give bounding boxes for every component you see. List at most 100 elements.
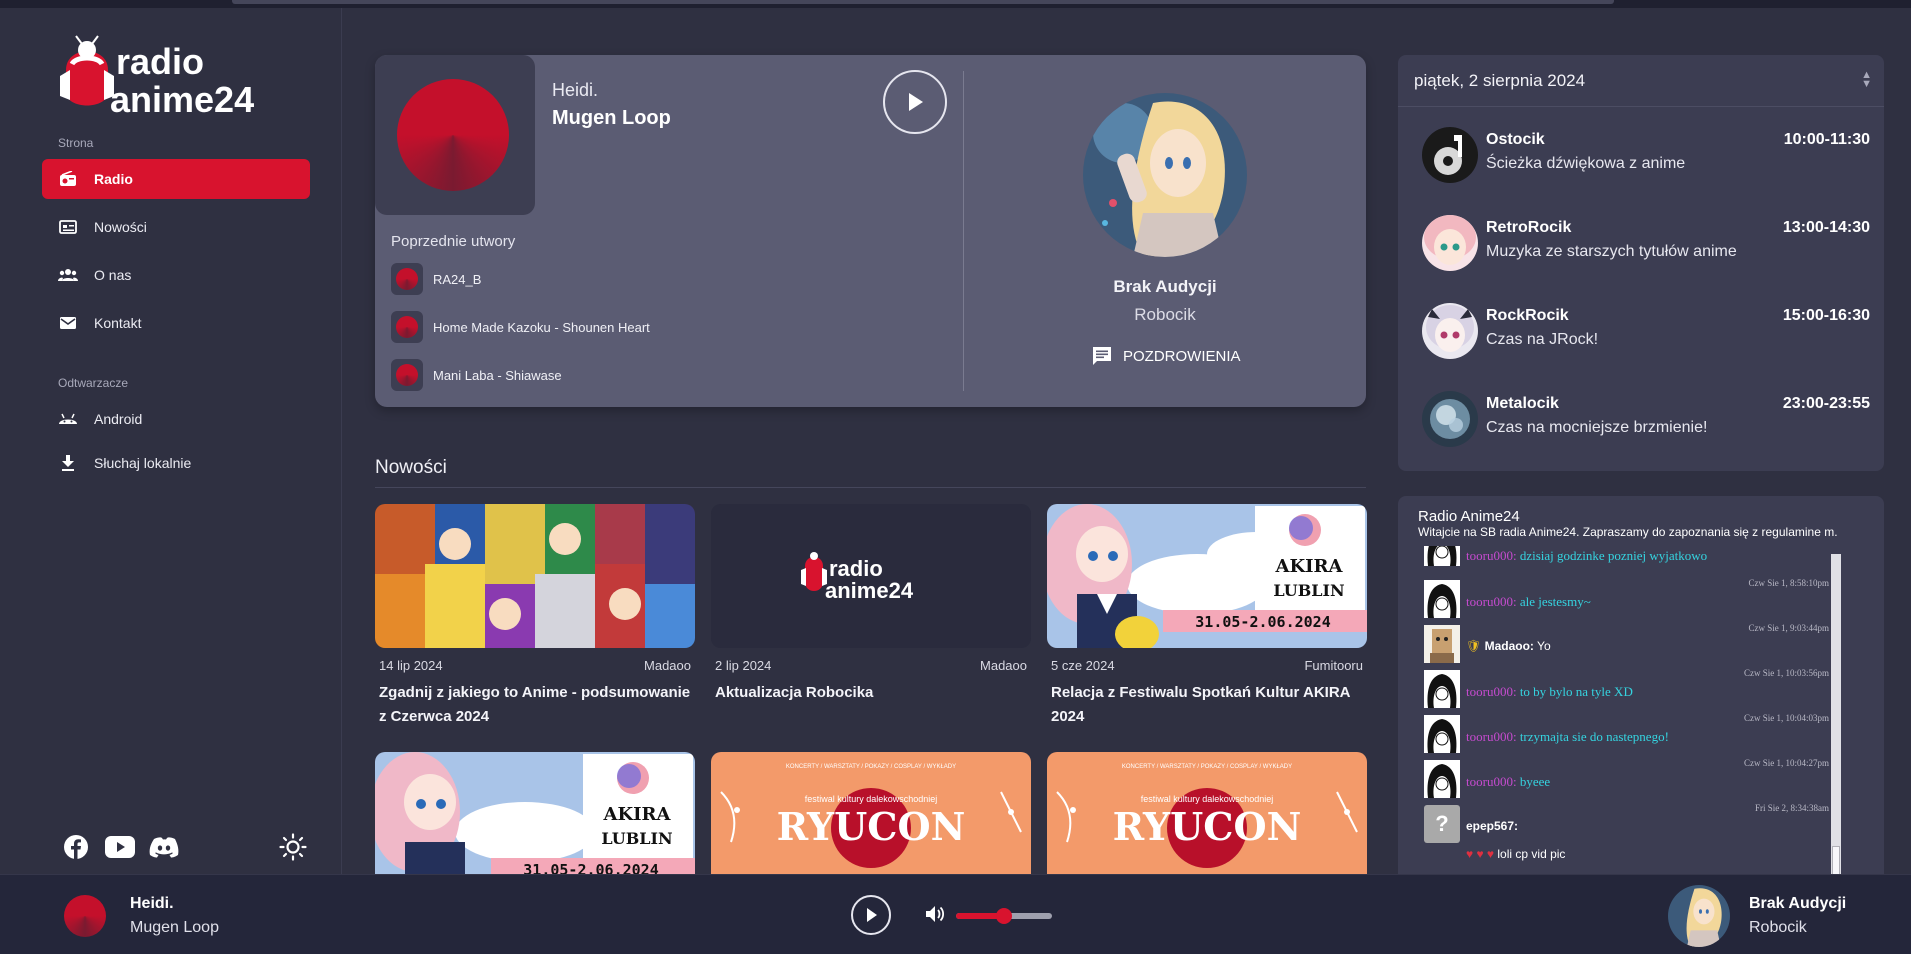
greetings-label: POZDROWIENIA [1123,347,1241,365]
track-thumb-icon [391,359,423,391]
user-avatar[interactable] [1424,760,1460,798]
scrollbar-thumb[interactable] [1832,846,1840,876]
shoutbox-message: Czw Sie 1, 8:58:10pm tooru000: ale jeste… [1424,578,1830,620]
window-top-strip [0,0,1911,8]
play-button[interactable] [883,70,947,134]
message-user[interactable]: tooru000: [1466,594,1517,609]
radio-anime24-logo[interactable]: radio anime24 [56,30,314,120]
shoutbox-title: Radio Anime24 [1418,508,1520,525]
chevron-updown-icon: ▲ ▼ [1861,69,1872,90]
message-user[interactable]: tooru000: [1466,548,1517,563]
now-playing-title: Mugen Loop [552,107,671,129]
news-image[interactable]: radio anime24 [711,504,1031,648]
logo-text-2: anime24 [110,79,254,120]
user-avatar[interactable] [1424,670,1460,708]
android-icon [58,409,78,429]
user-avatar[interactable] [1424,546,1460,566]
sidebar-item-nowosci[interactable]: Nowości [42,207,310,247]
akira-dates: 31.05-2.06.2024 [1195,613,1330,631]
sidebar-item-radio[interactable]: Radio [42,159,310,199]
message-user[interactable]: Madaoo: [1485,639,1534,653]
show-desc: Muzyka ze starszych tytułów anime [1486,243,1737,260]
svg-text:LUBLIN: LUBLIN [601,829,672,848]
message-user[interactable]: tooru000: [1466,729,1517,744]
track-name: Mani Laba - Shiawase [433,367,562,383]
section-label-odtwarzacze: Odtwarzacze [58,376,129,390]
ryucon-subtitle: festiwal kultury dalekowschodniej [805,794,938,804]
sidebar-item-kontakt[interactable]: Kontakt [42,303,310,343]
show-time: 23:00-23:55 [1782,395,1870,412]
news-card[interactable]: AKIRA LUBLIN 31.05-2.06.2024 5 cze 2024 F… [1047,504,1367,729]
news-headline[interactable]: Aktualizacja Robocika [711,681,1031,705]
youtube-icon[interactable] [104,834,136,860]
news-card[interactable]: 14 lip 2024 Madaoo Zgadnij z jakiego to A… [375,504,695,729]
discord-icon[interactable] [148,834,180,860]
facebook-icon[interactable] [62,834,90,860]
host-subtitle: Robocik [1134,305,1196,324]
show-desc: Czas na mocniejsze brzmienie! [1486,419,1708,436]
hearts-icon: ♥ ♥ ♥ [1466,847,1495,861]
schedule-item[interactable]: Ostocik 10:00-11:30 Ścieżka dźwiękowa z … [1422,123,1870,183]
news-image[interactable]: KONCERTY / WARSZTATY / POKAZY / COSPLAY … [1047,752,1367,874]
schedule-item[interactable]: RetroRocik 13:00-14:30 Muzyka ze starszy… [1422,211,1870,271]
svg-text:RYUCON: RYUCON [1113,804,1302,849]
ryucon-topline: KONCERTY / WARSZTATY / POKAZY / COSPLAY … [786,764,956,770]
previous-tracks-label: Poprzednie utwory [391,233,516,250]
shoutbox-message: Czw Sie 1, 10:04:03pm tooru000: trzymajt… [1424,713,1829,755]
show-name: Metalocik [1486,395,1559,412]
card-divider [963,71,964,391]
message-timestamp: Czw Sie 1, 8:58:10pm [1748,578,1830,588]
news-image[interactable] [375,504,695,648]
schedule-item[interactable]: RockRocik 15:00-16:30 Czas na JRock! [1422,299,1870,359]
news-card[interactable]: radio anime24 2 lip 2024 Madaoo Aktualiza… [711,504,1031,705]
play-icon [909,93,923,111]
sidebar-item-label: Android [94,411,143,427]
news-author: Madaoo [980,658,1027,673]
greetings-button[interactable]: POZDROWIENIA [1091,345,1241,367]
download-icon [58,453,78,473]
volume-slider[interactable] [956,908,1052,924]
schedule-date-select[interactable]: piątek, 2 sierpnia 2024 ▲ ▼ [1398,55,1884,107]
user-avatar[interactable] [1424,580,1460,618]
previous-track: RA24_B [391,263,481,295]
bottom-play-button[interactable] [851,895,891,935]
host-avatar [1083,93,1247,257]
volume-knob[interactable] [996,908,1012,924]
show-name: RockRocik [1486,307,1569,324]
user-avatar[interactable] [1424,625,1460,663]
sidebar-item-o-nas[interactable]: O nas [42,255,310,295]
news-card[interactable]: KONCERTY / WARSZTATY / POKAZY / COSPLAY … [1047,752,1367,874]
shoutbox-message: Czw Sie 1, 10:03:56pm tooru000: to by by… [1424,668,1829,710]
message-user[interactable]: epep567: [1466,819,1518,833]
news-card[interactable]: KONCERTY / WARSZTATY / POKAZY / COSPLAY … [711,752,1031,874]
sidebar-item-sluchaj-lokalnie[interactable]: Słuchaj lokalnie [42,443,310,483]
track-name: Home Made Kazoku - Shounen Heart [433,319,650,335]
sidebar-item-label: Kontakt [94,315,142,331]
news-image[interactable]: KONCERTY / WARSZTATY / POKAZY / COSPLAY … [711,752,1031,874]
message-timestamp: Czw Sie 1, 10:04:27pm [1744,758,1829,768]
schedule-item[interactable]: Metalocik 23:00-23:55 Czas na mocniejsze… [1422,387,1870,447]
message-user[interactable]: tooru000: [1466,684,1517,699]
theme-toggle-sun-icon[interactable] [278,833,308,861]
bottom-host-name: Brak Audycji [1749,895,1847,912]
shoutbox-scrollbar[interactable] [1831,554,1841,876]
disc-icon [64,895,106,937]
news-headline[interactable]: Zgadnij z jakiego to Anime - podsumowani… [375,681,695,729]
news-card[interactable]: AKIRA LUBLIN 31.05-2.06.2024 [375,752,695,874]
lublin-text: LUBLIN [1273,581,1344,600]
sidebar-item-android[interactable]: Android [42,399,310,439]
news-image[interactable]: AKIRA LUBLIN 31.05-2.06.2024 [1047,504,1367,648]
message-text: dzisiaj godzinke pozniej wyjatkowo [1519,548,1708,563]
top-scrollbar[interactable] [232,0,1614,4]
news-date: 5 cze 2024 [1051,658,1115,673]
news-image[interactable]: AKIRA LUBLIN 31.05-2.06.2024 [375,752,695,874]
shoutbox-message: tooru000: dzisiaj godzinke pozniej wyjat… [1424,546,1829,566]
unknown-user-icon[interactable]: ? [1424,805,1460,843]
user-avatar[interactable] [1424,715,1460,753]
volume-icon[interactable] [925,905,945,928]
show-avatar [1422,127,1478,183]
host-name: Brak Audycji [1113,277,1217,296]
now-playing-card: Heidi. Mugen Loop Poprzednie utwory RA24… [375,55,1366,407]
news-headline[interactable]: Relacja z Festiwalu Spotkań Kultur AKIRA… [1047,681,1367,729]
message-user[interactable]: tooru000: [1466,774,1517,789]
